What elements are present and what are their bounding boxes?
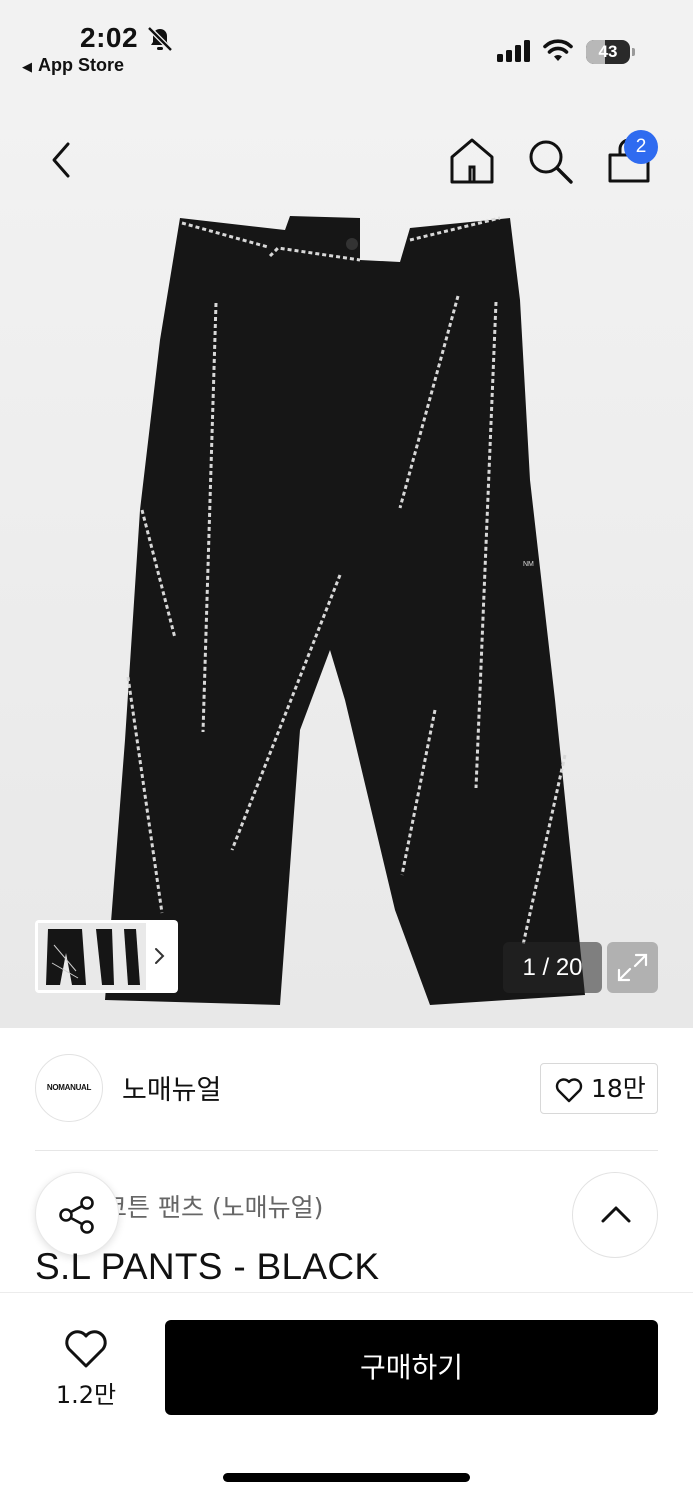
status-time: 2:02 bbox=[80, 22, 139, 53]
brand-logo[interactable]: NOMANUAL bbox=[35, 1054, 103, 1122]
chevron-up-icon bbox=[601, 1206, 631, 1223]
expand-image-button[interactable] bbox=[607, 942, 658, 993]
wifi-icon bbox=[543, 39, 573, 61]
home-icon[interactable] bbox=[446, 135, 498, 187]
brand-like-count: 18만 bbox=[591, 1074, 646, 1103]
home-indicator[interactable] bbox=[223, 1473, 470, 1482]
brand-logo-text: NOMANUAL bbox=[46, 1083, 92, 1092]
product-category-text: 코튼 팬츠 (노매뉴얼) bbox=[104, 1193, 324, 1222]
battery-level: 43 bbox=[598, 42, 618, 61]
battery-icon: 43 bbox=[586, 40, 636, 64]
image-page-counter: 1 / 20 bbox=[503, 942, 602, 993]
back-triangle-icon: ◀ bbox=[22, 59, 32, 74]
buy-button[interactable]: 구매하기 bbox=[165, 1320, 658, 1415]
cart-count-badge[interactable]: 2 bbox=[624, 130, 658, 164]
heart-icon bbox=[65, 1330, 107, 1368]
wishlist-count: 1.2만 bbox=[55, 1381, 117, 1409]
scroll-to-top-button[interactable] bbox=[572, 1172, 658, 1258]
svg-text:NM: NM bbox=[523, 561, 534, 568]
chevron-right-icon bbox=[155, 948, 165, 964]
back-to-app-store[interactable]: ◀ App Store bbox=[22, 55, 124, 76]
search-icon[interactable] bbox=[524, 135, 576, 187]
share-icon bbox=[59, 1196, 94, 1234]
heart-icon bbox=[555, 1078, 583, 1103]
product-image-gallery[interactable]: NM 2 1 / 20 bbox=[0, 90, 693, 1028]
brand-like-button[interactable]: 18만 bbox=[540, 1063, 658, 1114]
wishlist-button[interactable]: 1.2만 bbox=[40, 1323, 132, 1409]
bottom-action-bar: 1.2만 구매하기 bbox=[0, 1292, 693, 1500]
back-icon[interactable] bbox=[40, 138, 84, 182]
status-bar: 2:02 ◀ App Store 43 bbox=[0, 0, 693, 90]
bell-slash-icon bbox=[147, 26, 173, 52]
back-app-label: App Store bbox=[38, 55, 125, 75]
product-name: S.L PANTS - BLACK bbox=[35, 1246, 380, 1287]
thumbnail-images bbox=[38, 923, 146, 990]
expand-icon bbox=[617, 953, 648, 982]
divider bbox=[35, 1150, 658, 1151]
brand-name[interactable]: 노매뉴얼 bbox=[122, 1068, 221, 1107]
signal-icon bbox=[497, 40, 530, 62]
thumbnail-strip[interactable] bbox=[35, 920, 178, 993]
share-button[interactable] bbox=[35, 1172, 119, 1256]
product-image: NM bbox=[105, 216, 585, 1005]
